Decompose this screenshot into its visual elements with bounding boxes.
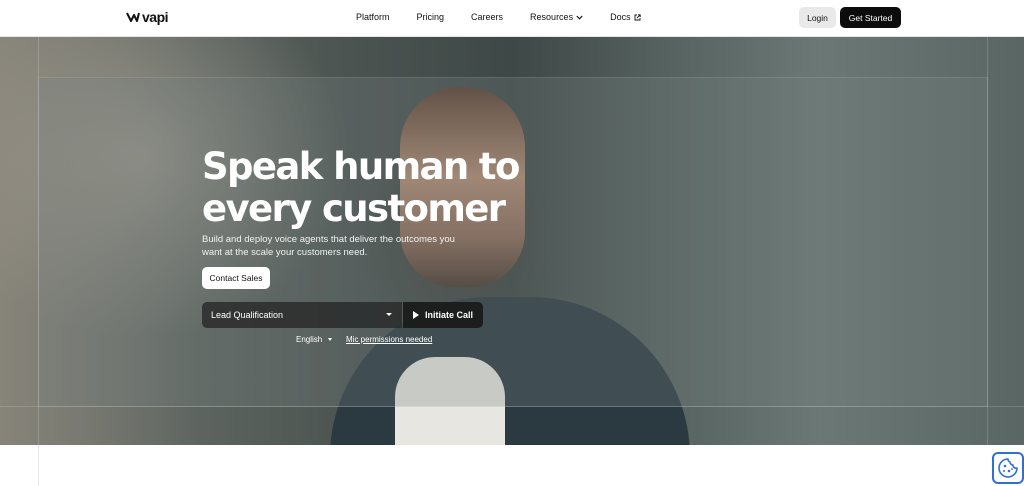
nav-link-label: Pricing xyxy=(416,12,445,22)
hero-section: Speak human to every customer Build and … xyxy=(0,37,1024,445)
nav-links: Platform Pricing Careers Resources Docs xyxy=(356,12,668,22)
hero-grid-line xyxy=(0,406,1024,407)
caret-down-icon xyxy=(386,313,392,316)
caret-down-icon xyxy=(328,338,333,341)
hero-grid-line xyxy=(987,37,988,445)
language-select[interactable]: English xyxy=(296,335,333,344)
hero-glass-panel xyxy=(38,77,988,407)
nav-link-resources[interactable]: Resources xyxy=(530,12,583,22)
hero-headline-line: Speak human to xyxy=(202,145,520,188)
nav-link-pricing[interactable]: Pricing xyxy=(417,12,445,22)
get-started-button[interactable]: Get Started xyxy=(840,7,901,28)
brand-name: vapi xyxy=(142,9,169,25)
cookie-icon xyxy=(998,458,1018,478)
hero-grid-line xyxy=(38,37,39,445)
initiate-call-button[interactable]: Initiate Call xyxy=(403,302,483,328)
external-link-icon xyxy=(634,13,641,20)
hero-headline-line: every customer xyxy=(202,187,506,230)
page-grid-line xyxy=(38,445,39,486)
nav-link-label: Platform xyxy=(356,12,390,22)
vapi-logo-icon xyxy=(126,12,140,22)
login-button[interactable]: Login xyxy=(799,7,836,28)
agent-select-value: Lead Qualification xyxy=(211,310,284,320)
nav-link-careers[interactable]: Careers xyxy=(471,12,503,22)
nav-link-label: Resources xyxy=(530,12,574,22)
cookie-settings-button[interactable] xyxy=(992,452,1024,484)
play-icon xyxy=(413,311,419,319)
contact-sales-button[interactable]: Contact Sales xyxy=(202,267,270,289)
language-value: English xyxy=(296,335,323,344)
nav-link-label: Docs xyxy=(610,12,631,22)
brand-logo[interactable]: vapi xyxy=(126,9,169,25)
nav-link-platform[interactable]: Platform xyxy=(356,12,390,22)
hero-subtitle-line: Build and deploy voice agents that deliv… xyxy=(202,234,455,245)
top-navigation: vapi Platform Pricing Careers Resources … xyxy=(0,0,1024,37)
mic-permissions-link[interactable]: Mic permissions needed xyxy=(346,335,432,344)
nav-link-label: Careers xyxy=(471,12,504,22)
agent-select[interactable]: Lead Qualification xyxy=(202,302,402,328)
chevron-down-icon xyxy=(576,15,583,20)
initiate-call-label: Initiate Call xyxy=(425,310,474,320)
hero-subtitle: Build and deploy voice agents that deliv… xyxy=(202,233,482,259)
hero-headline: Speak human to every customer xyxy=(202,146,542,230)
hero-subtitle-line: want at the scale your customers need. xyxy=(202,247,368,258)
nav-link-docs[interactable]: Docs xyxy=(610,12,641,22)
